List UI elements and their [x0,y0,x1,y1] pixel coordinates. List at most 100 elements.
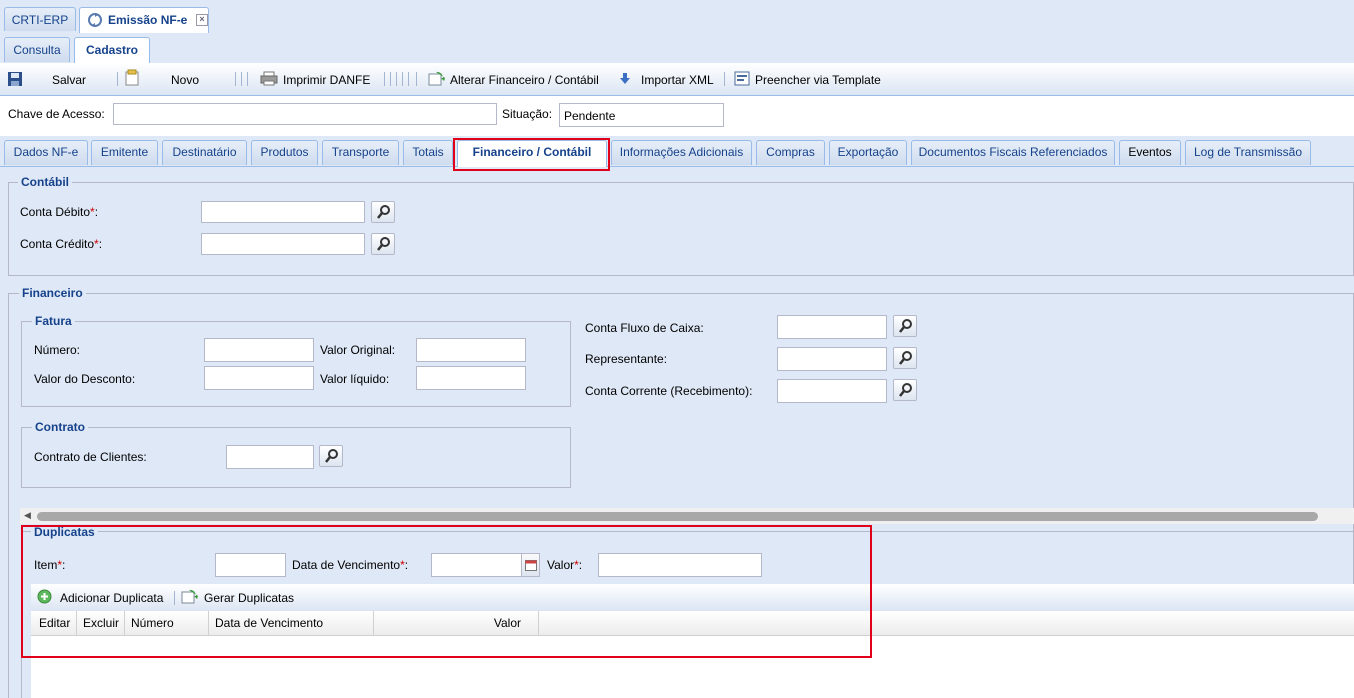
search-icon [377,237,390,251]
header-form: Chave de Acesso: Situação: Pendente [0,96,1354,136]
print-danfe-button[interactable]: Imprimir DANFE [283,72,370,88]
save-button[interactable]: Salvar [52,72,86,88]
situacao-label: Situação: [502,107,553,121]
fluxo-caixa-lookup-button[interactable] [893,315,917,337]
numero-label: Número: [34,343,81,357]
fluxo-caixa-field[interactable] [777,315,887,339]
search-icon [899,351,912,365]
column-header-excluir[interactable]: Excluir [77,611,125,635]
representante-field[interactable] [777,347,887,371]
toolbar-separator [247,72,248,86]
label-colon: : [578,558,583,572]
valor-liquido-field[interactable] [416,366,526,390]
tab-totais[interactable]: Totais [403,140,453,165]
mode-tab-strip: Consulta Cadastro [0,33,1354,64]
label-text: Data de Vencimento [292,558,401,572]
tab-cadastro[interactable]: Cadastro [74,37,150,63]
tab-consulta[interactable]: Consulta [4,37,70,62]
conta-credito-lookup-button[interactable] [371,233,395,255]
tab-eventos[interactable]: Eventos [1119,140,1181,165]
alter-financeiro-button[interactable]: Alterar Financeiro / Contábil [450,72,599,88]
generate-duplicatas-button[interactable]: Gerar Duplicatas [204,591,294,605]
conta-credito-field[interactable] [201,233,365,255]
valor-field[interactable] [598,553,762,577]
fluxo-caixa-label: Conta Fluxo de Caixa: [585,321,704,335]
search-icon [325,449,338,463]
column-header-valor[interactable]: Valor [374,611,539,635]
tab-label: Emissão NF-e [108,13,188,27]
save-icon [8,72,22,86]
tab-documentos-fiscais[interactable]: Documentos Fiscais Referenciados [911,140,1115,165]
tab-crti-erp[interactable]: CRTI-ERP [4,7,76,31]
column-header-vencimento[interactable]: Data de Vencimento [209,611,374,635]
contrato-clientes-field[interactable] [226,445,314,469]
label-text: Conta Débito [20,205,91,219]
tab-emissao-nfe[interactable]: Emissão NF-e × [79,7,209,33]
tab-label: Transporte [331,145,390,159]
tab-dados-nfe[interactable]: Dados NF-e [4,140,88,165]
situacao-field[interactable]: Pendente [559,103,724,127]
valor-desconto-field[interactable] [204,366,314,390]
toolbar-separator [235,72,236,86]
duplicatas-grid-header: Editar Excluir Número Data de Vencimento… [31,611,1354,636]
contrato-legend: Contrato [32,420,88,434]
tab-label: Cadastro [85,43,138,57]
label-colon: : [98,237,103,251]
valor-label: Valor*: [547,558,582,572]
tab-produtos[interactable]: Produtos [251,140,318,165]
form-tab-strip: Dados NF-e Emitente Destinatário Produto… [0,136,1354,167]
new-button[interactable]: Novo [171,72,199,88]
contrato-clientes-lookup-button[interactable] [319,445,343,467]
tab-informacoes-adicionais[interactable]: Informações Adicionais [611,140,752,165]
sync-icon [88,13,102,27]
tab-label: Dados NF-e [13,145,79,159]
valor-liquido-label: Valor líquido: [320,372,390,386]
conta-debito-lookup-button[interactable] [371,201,395,223]
representante-lookup-button[interactable] [893,347,917,369]
conta-debito-field[interactable] [201,201,365,223]
template-button[interactable]: Preencher via Template [755,72,881,88]
add-duplicata-button[interactable]: Adicionar Duplicata [60,591,163,605]
tab-destinatario[interactable]: Destinatário [162,140,247,165]
tab-log-transmissao[interactable]: Log de Transmissão [1185,140,1311,165]
tab-emitente[interactable]: Emitente [91,140,158,165]
search-icon [899,383,912,397]
tab-transporte[interactable]: Transporte [322,140,399,165]
valor-original-field[interactable] [416,338,526,362]
representante-label: Representante: [585,352,668,366]
tab-exportacao[interactable]: Exportação [829,140,907,165]
generate-icon [181,589,198,604]
valor-original-label: Valor Original: [320,343,396,357]
label-text: Item [34,558,58,572]
close-icon[interactable]: × [196,14,208,26]
conta-corrente-label: Conta Corrente (Recebimento): [585,384,753,398]
duplicatas-legend: Duplicatas [31,525,98,539]
chave-acesso-field[interactable] [113,103,497,125]
item-field[interactable] [215,553,286,577]
date-picker-button[interactable] [521,553,540,577]
tab-compras[interactable]: Compras [756,140,825,165]
numero-field[interactable] [204,338,314,362]
scroll-left-icon[interactable]: ◀ [24,510,31,521]
valor-desconto-label: Valor do Desconto: [34,372,136,386]
window-tab-strip: CRTI-ERP Emissão NF-e × [0,0,1354,34]
calendar-icon [525,560,537,571]
scrollbar-thumb[interactable] [37,512,1318,521]
fatura-fieldset [21,321,571,407]
column-header-numero[interactable]: Número [125,611,209,635]
new-document-icon [125,69,139,86]
tab-label: Informações Adicionais [619,145,744,159]
import-xml-button[interactable]: Importar XML [641,72,714,88]
tab-label: Consulta [13,43,61,57]
printer-icon [260,71,278,86]
data-vencimento-field[interactable] [431,553,522,577]
duplicatas-toolbar: Adicionar Duplicata Gerar Duplicatas [31,584,1354,612]
column-header-editar[interactable]: Editar [31,611,77,635]
tab-label: Produtos [260,145,309,159]
contabil-fieldset [8,182,1354,276]
fatura-legend: Fatura [32,314,75,328]
conta-corrente-lookup-button[interactable] [893,379,917,401]
vencimento-label: Data de Vencimento*: [292,558,408,572]
tab-financeiro-contabil[interactable]: Financeiro / Contábil [457,140,607,167]
conta-corrente-field[interactable] [777,379,887,403]
